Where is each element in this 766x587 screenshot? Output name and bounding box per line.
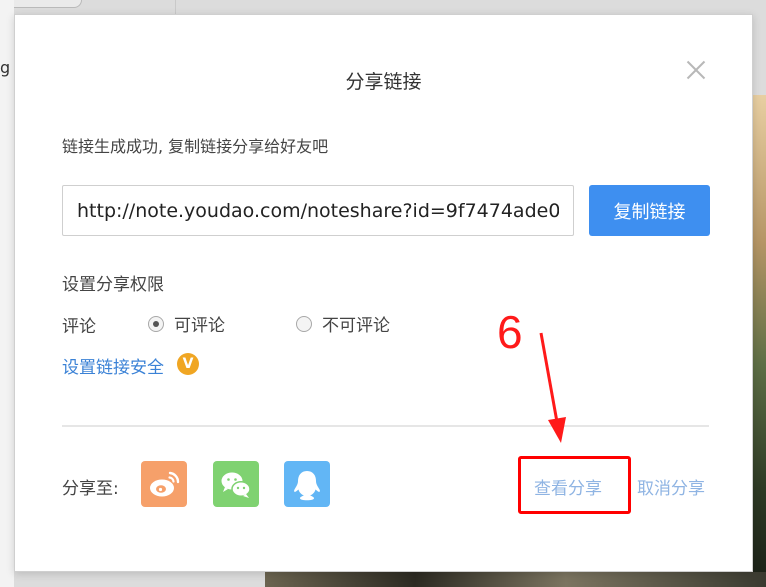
- radio-checked-icon[interactable]: [148, 315, 164, 332]
- divider: [62, 425, 709, 427]
- share-to-label: 分享至:: [62, 479, 119, 499]
- background-partial-text: g: [0, 58, 11, 77]
- cancel-share-link[interactable]: 取消分享: [637, 474, 705, 499]
- radio-unchecked-icon[interactable]: [296, 315, 312, 332]
- copy-link-button[interactable]: 复制链接: [589, 185, 710, 236]
- radio-allow-comment-label: 可评论: [174, 316, 225, 336]
- background-left-strip: [0, 0, 14, 587]
- dialog-title: 分享链接: [345, 71, 422, 93]
- permission-title: 设置分享权限: [62, 275, 164, 295]
- weibo-icon[interactable]: [141, 461, 187, 507]
- comment-label: 评论: [62, 317, 96, 337]
- radio-disallow-comment-label: 不可评论: [322, 316, 390, 336]
- annotation-step-number: 6: [497, 306, 523, 358]
- share-url-input[interactable]: [62, 185, 574, 236]
- background-photo-bottom: [265, 572, 766, 587]
- set-link-security-link[interactable]: 设置链接安全: [62, 353, 164, 378]
- vip-badge-icon: V: [177, 353, 199, 375]
- radio-allow-comment[interactable]: 可评论: [148, 311, 225, 336]
- radio-disallow-comment[interactable]: 不可评论: [296, 311, 390, 336]
- wechat-icon[interactable]: [213, 461, 259, 507]
- success-message: 链接生成成功, 复制链接分享给好友吧: [62, 137, 329, 156]
- qq-icon[interactable]: [284, 461, 330, 507]
- close-icon[interactable]: [683, 57, 709, 83]
- share-link-dialog: 分享链接 链接生成成功, 复制链接分享给好友吧 复制链接 设置分享权限 评论 可…: [14, 14, 753, 572]
- annotation-highlight-box: [518, 456, 631, 514]
